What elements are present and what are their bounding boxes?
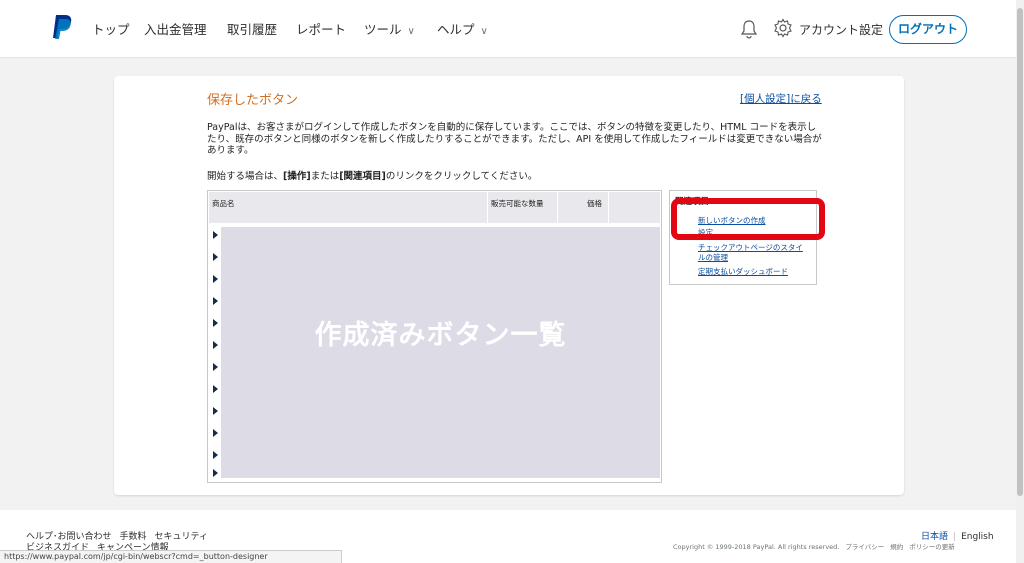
instruction-mid: または xyxy=(310,171,340,182)
account-settings-link[interactable]: アカウント設定 xyxy=(799,21,883,38)
row-expand-arrow-icon[interactable] xyxy=(213,231,218,239)
scrollbar-thumb[interactable] xyxy=(1017,8,1023,496)
column-divider xyxy=(487,192,488,223)
manage-checkout-style-link[interactable]: チェックアウトページのスタイルの管理 xyxy=(698,243,810,262)
instruction-actions: [操作] xyxy=(283,171,311,182)
row-expand-arrow-icon[interactable] xyxy=(213,385,218,393)
nav-item-payments[interactable]: 入出金管理 xyxy=(144,19,207,38)
chevron-down-icon: ∨ xyxy=(407,26,415,37)
button-list-placeholder: 作成済みボタン一覧 xyxy=(221,227,660,478)
row-expand-arrow-icon[interactable] xyxy=(213,469,218,477)
column-header-quantity[interactable]: 販売可能な数量 xyxy=(491,198,544,209)
column-divider xyxy=(557,192,558,223)
nav-item-top[interactable]: トップ xyxy=(92,19,130,38)
recurring-payments-dashboard-link[interactable]: 定期支払いダッシュボード xyxy=(698,267,810,277)
back-to-profile-link[interactable]: [個人設定]に戻る xyxy=(740,91,822,106)
column-header-item-name[interactable]: 商品名 xyxy=(212,198,235,209)
row-expand-arrow-icon[interactable] xyxy=(213,407,218,415)
instruction-related: [関連項目] xyxy=(339,171,386,182)
gear-icon[interactable] xyxy=(773,18,793,38)
instruction-post: のリンクをクリックしてください。 xyxy=(385,171,538,182)
page-title: 保存したボタン xyxy=(207,93,299,108)
row-expand-arrow-icon[interactable] xyxy=(213,429,218,437)
nav-item-help[interactable]: ヘルプ ∨ xyxy=(437,19,488,38)
nav-item-tools[interactable]: ツール ∨ xyxy=(364,19,415,38)
column-header-price[interactable]: 価格 xyxy=(587,198,602,209)
nav-help-label: ヘルプ xyxy=(437,22,475,37)
nav-tools-label: ツール xyxy=(364,22,402,37)
saved-buttons-table: 商品名 販売可能な数量 価格 作成済みボタン一覧 xyxy=(207,190,662,483)
paypal-logo[interactable] xyxy=(50,14,74,40)
policy-updates-link[interactable]: ポリシーの更新 xyxy=(909,543,955,551)
nav-item-activity[interactable]: 取引履歴 xyxy=(227,19,277,38)
annotation-highlight-box xyxy=(671,198,825,240)
top-navigation: トップ 入出金管理 取引履歴 レポート ツール ∨ ヘルプ ∨ アカウント設定 ログ… xyxy=(0,0,1016,58)
privacy-link[interactable]: プライバシー xyxy=(845,543,884,551)
table-header: 商品名 販売可能な数量 価格 xyxy=(209,192,660,223)
row-expand-arrow-icon[interactable] xyxy=(213,275,218,283)
instruction-text: 開始する場合は、[操作]または[関連項目]のリンクをクリックしてください。 xyxy=(207,168,537,182)
nav-item-reports[interactable]: レポート xyxy=(296,19,346,38)
logout-button[interactable]: ログアウト xyxy=(889,15,967,44)
status-bar-url: https://www.paypal.com/jp/cgi-bin/webscr… xyxy=(0,550,342,563)
instruction-pre: 開始する場合は、 xyxy=(207,171,284,182)
row-expand-arrow-icon[interactable] xyxy=(213,341,218,349)
column-divider xyxy=(608,192,609,223)
lang-english-link[interactable]: English xyxy=(961,532,994,542)
row-expand-arrow-icon[interactable] xyxy=(213,253,218,261)
button-list-overlay-label: 作成済みボタン一覧 xyxy=(314,320,567,351)
copyright-text: Copyright © 1999-2018 PayPal. All rights… xyxy=(673,543,840,551)
row-expand-arrow-icon[interactable] xyxy=(213,451,218,459)
terms-link[interactable]: 規約 xyxy=(890,543,903,551)
bell-icon[interactable] xyxy=(739,19,759,39)
row-expand-arrow-icon[interactable] xyxy=(213,319,218,327)
row-expand-arrow-icon[interactable] xyxy=(213,363,218,371)
row-expand-arrow-icon[interactable] xyxy=(213,297,218,305)
copyright-line: Copyright © 1999-2018 PayPal. All rights… xyxy=(673,541,955,551)
chevron-down-icon: ∨ xyxy=(480,26,488,37)
intro-text: PayPalは、お客さまがログインして作成したボタンを自動的に保存しています。こ… xyxy=(207,122,822,156)
